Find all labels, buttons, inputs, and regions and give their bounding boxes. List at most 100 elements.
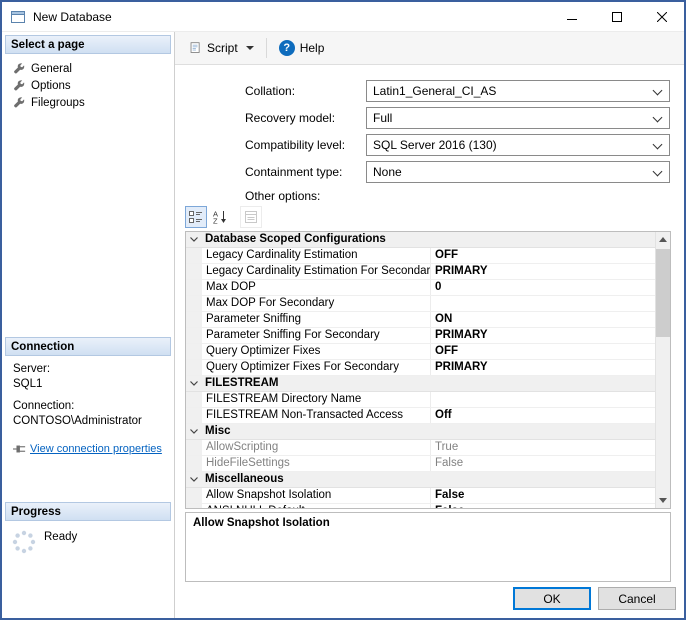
- help-label: Help: [300, 41, 325, 55]
- row-margin: [186, 296, 202, 311]
- property-row[interactable]: Legacy Cardinality EstimationOFF: [186, 248, 655, 264]
- close-button[interactable]: [639, 2, 684, 31]
- grid-category-row[interactable]: Database Scoped Configurations: [186, 232, 655, 248]
- collation-label: Collation:: [245, 84, 366, 98]
- view-connection-properties-link[interactable]: View connection properties: [30, 442, 162, 456]
- property-name: Parameter Sniffing: [202, 312, 431, 327]
- sidebar-item-filegroups[interactable]: Filegroups: [13, 94, 171, 111]
- compatibility-level-dropdown[interactable]: SQL Server 2016 (130): [366, 134, 670, 156]
- containment-type-dropdown[interactable]: None: [366, 161, 670, 183]
- property-row[interactable]: Parameter SniffingON: [186, 312, 655, 328]
- property-name: Parameter Sniffing For Secondary: [202, 328, 431, 343]
- collapse-chevron-icon: [186, 232, 202, 247]
- property-value: OFF: [431, 248, 655, 263]
- connection-header: Connection: [5, 337, 171, 356]
- server-label: Server:: [13, 362, 171, 376]
- grid-scrollbar[interactable]: [655, 232, 670, 508]
- svg-text:Z: Z: [213, 217, 218, 225]
- property-name: HideFileSettings: [202, 456, 431, 471]
- property-value: PRIMARY: [431, 360, 655, 375]
- collapse-chevron-icon: [186, 376, 202, 391]
- sidebar-item-label: Filegroups: [31, 97, 85, 109]
- property-row[interactable]: Query Optimizer Fixes For SecondaryPRIMA…: [186, 360, 655, 376]
- sidebar: Select a page GeneralOptionsFilegroups C…: [2, 32, 175, 618]
- property-value: PRIMARY: [431, 328, 655, 343]
- property-row[interactable]: Legacy Cardinality Estimation For Second…: [186, 264, 655, 280]
- titlebar: New Database: [2, 2, 684, 32]
- progress-status: Ready: [44, 531, 77, 543]
- compatibility-level-value: SQL Server 2016 (130): [373, 138, 497, 152]
- sidebar-item-general[interactable]: General: [13, 60, 171, 77]
- grid-category-row[interactable]: Miscellaneous: [186, 472, 655, 488]
- property-row[interactable]: HideFileSettingsFalse: [186, 456, 655, 472]
- category-label: FILESTREAM: [202, 376, 278, 391]
- property-name: Max DOP For Secondary: [202, 296, 431, 311]
- property-row[interactable]: FILESTREAM Non-Transacted AccessOff: [186, 408, 655, 424]
- property-description-panel: Allow Snapshot Isolation: [185, 512, 671, 582]
- property-row[interactable]: Max DOP For Secondary: [186, 296, 655, 312]
- ok-button[interactable]: OK: [513, 587, 591, 610]
- form-row-collation: Collation:Latin1_General_CI_AS: [245, 80, 670, 102]
- row-margin: [186, 264, 202, 279]
- help-button[interactable]: ? Help: [273, 37, 331, 59]
- containment-type-label: Containment type:: [245, 165, 366, 179]
- recovery-model-dropdown[interactable]: Full: [366, 107, 670, 129]
- script-file-icon: [189, 40, 202, 56]
- form-row-containment-type: Containment type:None: [245, 161, 670, 183]
- property-value: 0: [431, 280, 655, 295]
- property-value: OFF: [431, 344, 655, 359]
- grid-rows: Database Scoped ConfigurationsLegacy Car…: [186, 232, 655, 508]
- property-name: FILESTREAM Non-Transacted Access: [202, 408, 431, 423]
- grid-category-row[interactable]: Misc: [186, 424, 655, 440]
- page-list: GeneralOptions Filegroups: [5, 54, 171, 111]
- progress-header: Progress: [5, 502, 171, 521]
- scroll-down-button[interactable]: [656, 493, 670, 508]
- grid-category-row[interactable]: FILESTREAM: [186, 376, 655, 392]
- row-margin: [186, 504, 202, 508]
- property-row[interactable]: Query Optimizer FixesOFF: [186, 344, 655, 360]
- scroll-thumb[interactable]: [656, 249, 670, 337]
- property-value: True: [431, 440, 655, 455]
- property-value: [431, 392, 655, 407]
- categorized-button[interactable]: [185, 206, 207, 228]
- property-row[interactable]: Allow Snapshot IsolationFalse: [186, 488, 655, 504]
- form-row-compatibility-level: Compatibility level:SQL Server 2016 (130…: [245, 134, 670, 156]
- new-database-dialog: New Database Select a page GeneralOption…: [0, 0, 686, 620]
- description-title: Allow Snapshot Isolation: [193, 517, 663, 529]
- script-button[interactable]: Script: [183, 37, 260, 59]
- alphabetical-button[interactable]: AZ: [209, 206, 231, 228]
- property-row[interactable]: FILESTREAM Directory Name: [186, 392, 655, 408]
- recovery-model-value: Full: [373, 111, 392, 125]
- property-value: False: [431, 504, 655, 508]
- maximize-button[interactable]: [594, 2, 639, 31]
- row-margin: [186, 280, 202, 295]
- window-title: New Database: [33, 10, 112, 24]
- row-margin: [186, 344, 202, 359]
- other-options-label: Other options:: [245, 189, 684, 203]
- database-dialog-icon: [10, 9, 26, 25]
- server-value: SQL1: [13, 377, 171, 391]
- scroll-up-button[interactable]: [656, 232, 670, 247]
- wrench-icon: [13, 62, 26, 75]
- minimize-button[interactable]: [549, 2, 594, 31]
- property-row[interactable]: Max DOP0: [186, 280, 655, 296]
- row-margin: [186, 488, 202, 503]
- collapse-chevron-icon: [186, 472, 202, 487]
- row-margin: [186, 408, 202, 423]
- options-page-content: Collation:Latin1_General_CI_ASRecovery m…: [175, 65, 684, 618]
- connection-panel: Connection Server: SQL1 Connection: CONT…: [5, 337, 171, 456]
- property-row[interactable]: Parameter Sniffing For SecondaryPRIMARY: [186, 328, 655, 344]
- chevron-down-icon: [653, 140, 663, 150]
- script-dropdown-caret[interactable]: [246, 46, 254, 50]
- property-value: ON: [431, 312, 655, 327]
- collation-dropdown[interactable]: Latin1_General_CI_AS: [366, 80, 670, 102]
- property-name: FILESTREAM Directory Name: [202, 392, 431, 407]
- property-row[interactable]: AllowScriptingTrue: [186, 440, 655, 456]
- property-pages-button[interactable]: [240, 206, 262, 228]
- sidebar-item-options[interactable]: Options: [13, 77, 171, 94]
- cancel-button[interactable]: Cancel: [598, 587, 676, 610]
- property-row[interactable]: ANSI NULL DefaultFalse: [186, 504, 655, 508]
- progress-panel: Progress Ready: [5, 502, 171, 558]
- chevron-down-icon: [653, 113, 663, 123]
- row-margin: [186, 392, 202, 407]
